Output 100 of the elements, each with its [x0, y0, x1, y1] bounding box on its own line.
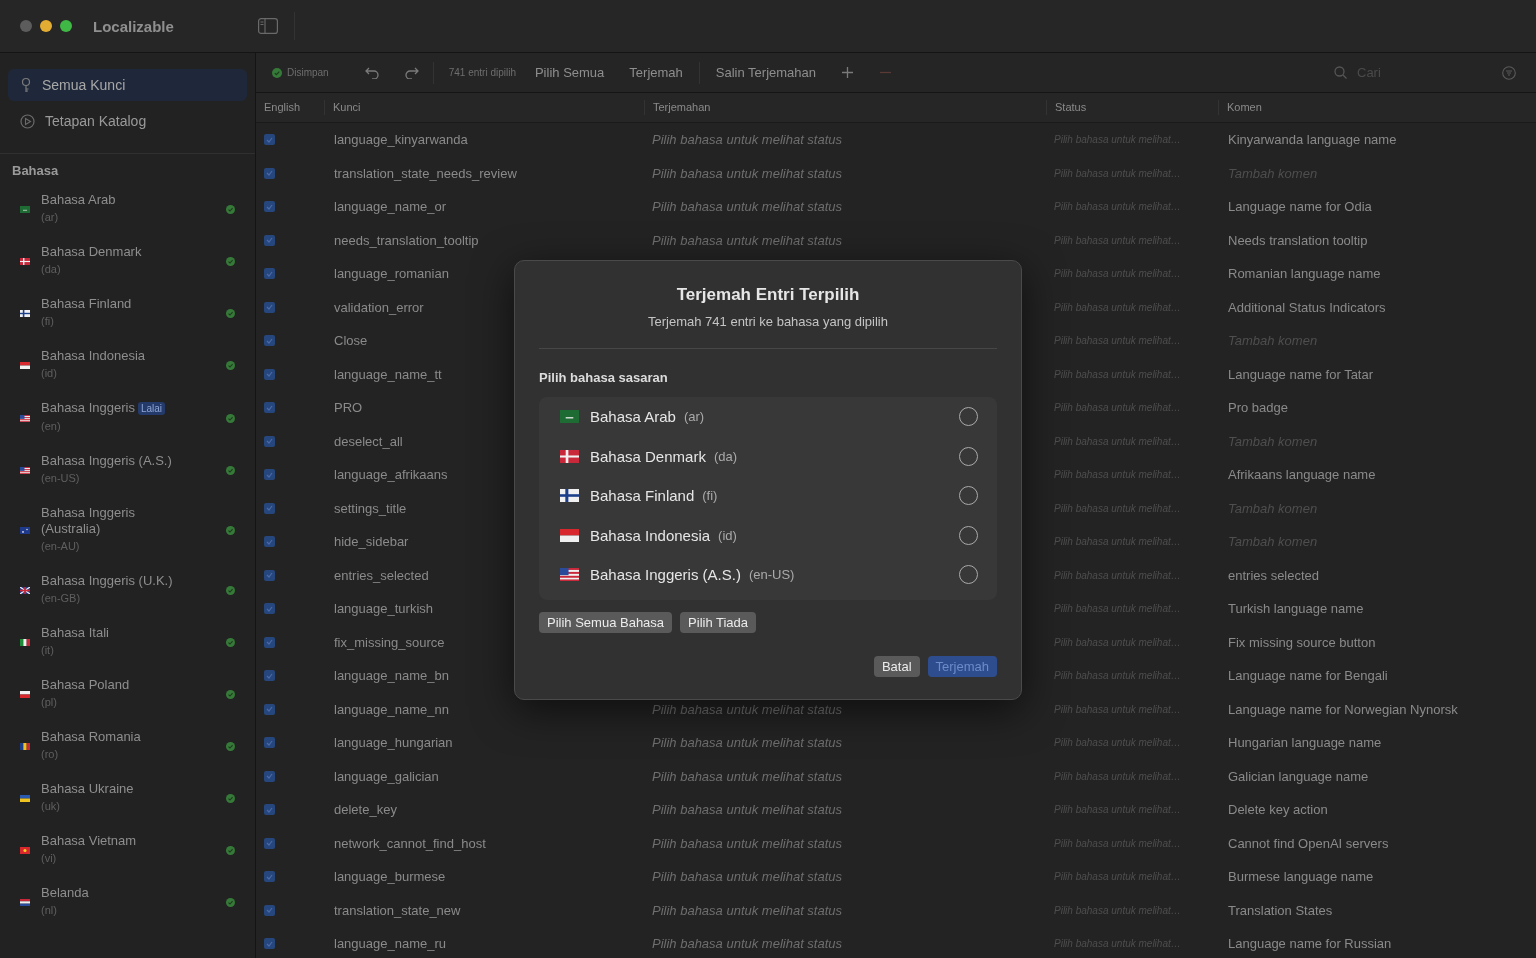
- check-icon: [226, 361, 235, 370]
- translation-cell-text: Pilih bahasa untuk melihat status: [651, 199, 843, 215]
- language-code: (vi): [41, 851, 58, 866]
- undo-icon[interactable]: [364, 66, 379, 79]
- redo-icon[interactable]: [404, 66, 419, 79]
- language-name[interactable]: Bahasa Inggeris (U.K.): [41, 573, 191, 589]
- key-cell: language_name_nn: [334, 701, 449, 717]
- select-button[interactable]: Pilih Semua Bahasa: [539, 612, 673, 633]
- language-name[interactable]: Bahasa Arab: [590, 408, 676, 426]
- column-header[interactable]: Komen: [1218, 100, 1536, 115]
- checkbox[interactable]: [264, 670, 275, 682]
- checkbox[interactable]: [264, 837, 275, 849]
- window-title: Localizable: [93, 17, 175, 35]
- language-name[interactable]: Bahasa Finland: [41, 296, 191, 312]
- checkbox[interactable]: [264, 201, 275, 213]
- language-name[interactable]: Bahasa Ukraine: [41, 781, 191, 797]
- checkbox[interactable]: [264, 435, 275, 447]
- language-code: (fi): [702, 488, 718, 504]
- select-button[interactable]: Pilih Tiada: [680, 612, 757, 633]
- translation-cell-text: Pilih bahasa untuk melihat status: [651, 165, 843, 181]
- language-name[interactable]: Bahasa Indonesia: [41, 348, 191, 364]
- cancel-button[interactable]: Batal: [873, 656, 920, 677]
- comment-cell-text: Burmese language name: [1227, 869, 1375, 885]
- translation-cell-text: Pilih bahasa untuk melihat status: [651, 936, 843, 952]
- zoom-icon[interactable]: [60, 20, 72, 32]
- flag-icon: [20, 310, 30, 317]
- comment-cell-text: Additional Status Indicators: [1227, 299, 1387, 315]
- section-title: Pilih bahasa sasaran: [539, 370, 669, 385]
- flag-icon: [20, 362, 30, 369]
- flag-icon: [560, 489, 579, 503]
- language-code: (en-US): [748, 567, 795, 583]
- toolbar-button[interactable]: Pilih Semua: [528, 65, 611, 80]
- checkbox[interactable]: [264, 938, 275, 950]
- checkbox[interactable]: [264, 737, 275, 749]
- filter-icon[interactable]: [1502, 65, 1516, 80]
- language-name[interactable]: Bahasa Romania: [41, 729, 191, 745]
- language-name[interactable]: Bahasa Denmark: [590, 447, 706, 465]
- language-name[interactable]: Bahasa Inggeris (A.S.): [41, 453, 191, 469]
- key-cell: translation_state_new: [334, 902, 461, 918]
- checkbox[interactable]: [264, 536, 275, 548]
- check-icon: [226, 257, 235, 266]
- checkbox[interactable]: [264, 804, 275, 816]
- key-cell: language_galician: [334, 768, 439, 784]
- checkbox[interactable]: [264, 335, 275, 347]
- checkbox[interactable]: [264, 234, 275, 246]
- sidebar-item[interactable]: Tetapan Katalog: [8, 105, 247, 137]
- key-cell: translation_state_needs_review: [334, 165, 517, 181]
- minimize-icon[interactable]: [40, 20, 52, 32]
- checkbox[interactable]: [264, 636, 275, 648]
- translation-cell-text: Pilih bahasa untuk melihat status: [651, 802, 843, 818]
- column-header[interactable]: Status: [1046, 100, 1218, 115]
- key-icon: [20, 77, 32, 93]
- flag-icon: [20, 587, 30, 594]
- checkbox[interactable]: [264, 402, 275, 414]
- translation-cell-text: Pilih bahasa untuk melihat status: [651, 132, 843, 148]
- language-name[interactable]: Bahasa Denmark: [41, 244, 191, 260]
- checkbox[interactable]: [264, 167, 275, 179]
- language-name[interactable]: Bahasa Indonesia: [590, 526, 711, 544]
- checkbox[interactable]: [264, 469, 275, 481]
- comment-cell-text: entries selected: [1227, 567, 1321, 583]
- language-name[interactable]: Bahasa Arab: [41, 192, 191, 208]
- column-header[interactable]: English: [256, 100, 324, 115]
- key-cell: PRO: [334, 400, 363, 416]
- translation-cell-text: Pilih bahasa untuk melihat status: [651, 835, 843, 851]
- column-header[interactable]: Kunci: [324, 100, 644, 115]
- plus-icon[interactable]: [842, 67, 853, 78]
- checkbox[interactable]: [264, 904, 275, 916]
- close-icon[interactable]: [20, 20, 32, 32]
- key-cell: delete_key: [334, 802, 397, 818]
- checkbox[interactable]: [264, 770, 275, 782]
- check-icon: [226, 742, 235, 751]
- language-name[interactable]: Bahasa Inggeris (Australia): [41, 505, 191, 537]
- flag-icon: [20, 847, 30, 854]
- check-icon: [226, 586, 235, 595]
- checkbox[interactable]: [264, 368, 275, 380]
- sidebar-toggle-icon[interactable]: [258, 18, 278, 34]
- checkbox[interactable]: [264, 134, 275, 146]
- sidebar-item[interactable]: Semua Kunci: [8, 69, 247, 101]
- toolbar-button[interactable]: Terjemah: [623, 65, 689, 80]
- check-icon: [226, 898, 235, 907]
- language-name[interactable]: Bahasa Itali: [41, 625, 191, 641]
- language-name[interactable]: Bahasa Poland: [41, 677, 191, 693]
- checkbox[interactable]: [264, 301, 275, 313]
- language-name[interactable]: Bahasa Inggeris Lalai: [41, 400, 191, 417]
- language-name[interactable]: Bahasa Inggeris (A.S.): [590, 566, 741, 584]
- language-code: (ar): [41, 210, 60, 225]
- checkbox[interactable]: [264, 268, 275, 280]
- column-header[interactable]: Terjemahan: [644, 100, 1046, 115]
- checkbox[interactable]: [264, 703, 275, 715]
- language-name[interactable]: Belanda: [41, 885, 191, 901]
- comment-cell-text: Language name for Tatar: [1227, 366, 1375, 382]
- checkbox[interactable]: [264, 569, 275, 581]
- language-code: (da): [41, 262, 62, 277]
- language-code: (da): [713, 448, 738, 464]
- language-name[interactable]: Bahasa Vietnam: [41, 833, 191, 849]
- checkbox[interactable]: [264, 871, 275, 883]
- checkbox[interactable]: [264, 603, 275, 615]
- checkbox[interactable]: [264, 502, 275, 514]
- copy-translation-button[interactable]: Salin Terjemahan: [709, 65, 822, 80]
- language-name[interactable]: Bahasa Finland: [590, 487, 695, 505]
